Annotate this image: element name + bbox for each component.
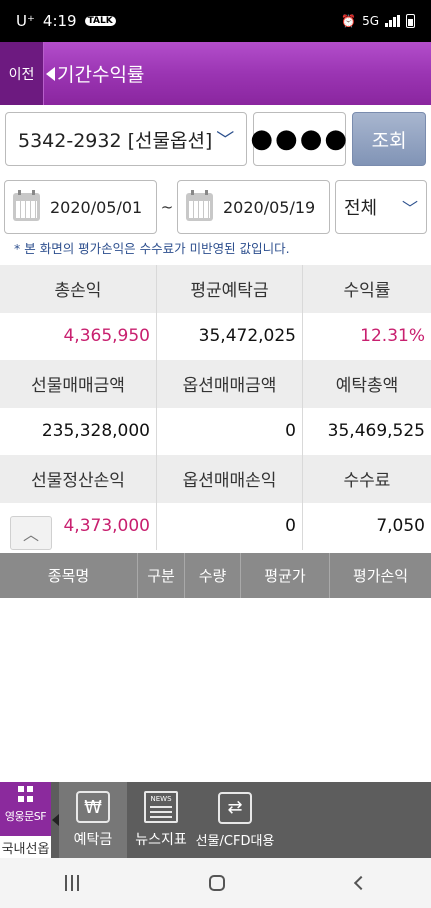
battery-icon	[406, 14, 415, 28]
summary-value-row: 235,328,000 0 35,469,525	[0, 407, 431, 455]
alarm-icon: ⏰	[341, 14, 357, 28]
menu-item-label: 뉴스지표	[135, 832, 187, 848]
date-separator: ~	[160, 198, 174, 216]
summary-head: 선물정산손익	[0, 455, 157, 503]
status-bar: U⁺ 4:19 TALK ⏰ 5G	[0, 0, 431, 42]
column-header[interactable]: 종목명	[0, 553, 138, 598]
account-select[interactable]: 5342-2932 [선물옵션] ﹀	[5, 112, 248, 166]
document-exchange-icon: ⇄	[218, 791, 252, 824]
date-range-row: 2020/05/01 ~ 2020/05/19 전체 ﹀	[4, 180, 428, 234]
recent-apps-icon[interactable]	[65, 875, 80, 891]
account-row: 5342-2932 [선물옵션] ﹀ ●●●● 조회	[5, 112, 426, 166]
menu-item-news[interactable]: NEWS 뉴스지표	[127, 782, 195, 858]
end-date-value: 2020/05/19	[223, 197, 316, 217]
summary-head: 수수료	[343, 471, 391, 492]
collapse-up-button[interactable]: ︿	[10, 516, 52, 550]
menu-item-futures-cfd[interactable]: ⇄ 선물/CFD대용	[195, 782, 275, 858]
end-date-field[interactable]: 2020/05/19	[177, 180, 330, 234]
app-menu-button[interactable]: 영웅문SF 국내선옵	[0, 782, 51, 858]
filter-select-value: 전체	[344, 198, 378, 219]
clock: 4:19	[42, 12, 77, 30]
bottom-menu: 영웅문SF 국내선옵 ₩ 예탁금 NEWS 뉴스지표 ⇄ 선물/CFD대용	[0, 782, 431, 858]
news-badge: NEWS	[150, 795, 172, 803]
filter-select[interactable]: 전체 ﹀	[335, 180, 427, 234]
total-pnl-value: 4,365,950	[0, 312, 157, 360]
talk-notification-icon: TALK	[84, 16, 116, 26]
notice-text: * 본 화면의 평가손익은 수수료가 미반영된 값입니다.	[14, 241, 290, 256]
menu-item-deposit[interactable]: ₩ 예탁금	[59, 782, 127, 858]
summary-value-row: 4,373,000 0 7,050	[0, 502, 431, 550]
summary-grid: 총손익 평균예탁금 수익률 4,365,950 35,472,025 12.31…	[0, 265, 431, 550]
back-nav-icon[interactable]	[353, 875, 368, 891]
calendar-icon[interactable]	[186, 190, 213, 221]
avg-deposit-value: 35,472,025	[157, 312, 303, 360]
chevron-up-icon: ︿	[22, 525, 39, 544]
news-icon: NEWS	[144, 791, 178, 823]
positions-table-header: 종목명 구분 수량 평균가 평가손익	[0, 553, 431, 598]
summary-head: 옵션매매손익	[157, 455, 303, 503]
network-label: 5G	[362, 14, 379, 28]
summary-head: 예탁총액	[335, 376, 399, 397]
query-button[interactable]: 조회	[352, 112, 426, 166]
calendar-icon[interactable]	[13, 190, 40, 221]
account-select-value: 5342-2932 [선물옵션]	[18, 129, 213, 152]
summary-header-row: 선물매매금액 옵션매매금액 예탁총액	[0, 360, 431, 408]
chevron-down-icon: ﹀	[401, 199, 418, 218]
summary-header-row: 선물정산손익 옵션매매손익 수수료	[0, 455, 431, 503]
return-rate-value: 12.31%	[360, 326, 425, 347]
fee-value: 7,050	[376, 516, 425, 537]
back-button[interactable]: 이전	[0, 42, 44, 105]
carrier-label: U⁺	[16, 12, 35, 30]
column-header[interactable]: 구분	[138, 553, 185, 598]
back-arrow-icon	[46, 66, 55, 81]
summary-value-row: 4,365,950 35,472,025 12.31%	[0, 312, 431, 360]
chevron-down-icon: ﹀	[216, 130, 235, 151]
brand-label: 영웅문SF	[4, 810, 47, 823]
column-header[interactable]: 수량	[185, 553, 241, 598]
summary-head: 옵션매매금액	[157, 360, 303, 408]
column-header[interactable]: 평가손익	[330, 553, 431, 598]
futures-trade-amount-value: 235,328,000	[0, 407, 157, 455]
password-field[interactable]: ●●●●	[250, 112, 347, 166]
won-icon: ₩	[76, 791, 110, 823]
home-icon[interactable]	[209, 875, 226, 891]
total-deposit-value: 35,469,525	[327, 421, 425, 442]
column-header[interactable]: 평균가	[241, 553, 330, 598]
options-trade-amount-value: 0	[157, 407, 303, 455]
summary-head: 선물매매금액	[0, 360, 157, 408]
summary-head: 수익률	[343, 281, 391, 302]
menu-item-label: 선물/CFD대용	[195, 833, 275, 849]
page-title: 기간수익률	[57, 64, 145, 86]
signal-icon	[385, 15, 400, 27]
start-date-value: 2020/05/01	[50, 197, 143, 217]
system-nav-bar	[0, 858, 431, 908]
app-header: 이전 기간수익률	[0, 42, 431, 105]
menu-arrow-icon	[51, 782, 59, 858]
grid-menu-icon	[17, 786, 34, 802]
options-trade-pnl-value: 0	[157, 502, 303, 550]
summary-head: 평균예탁금	[157, 265, 303, 313]
start-date-field[interactable]: 2020/05/01	[4, 180, 157, 234]
menu-item-label: 예탁금	[73, 832, 113, 848]
brand-sub-label: 국내선옵	[0, 836, 51, 858]
summary-header-row: 총손익 평균예탁금 수익률	[0, 265, 431, 313]
summary-head: 총손익	[0, 265, 157, 313]
